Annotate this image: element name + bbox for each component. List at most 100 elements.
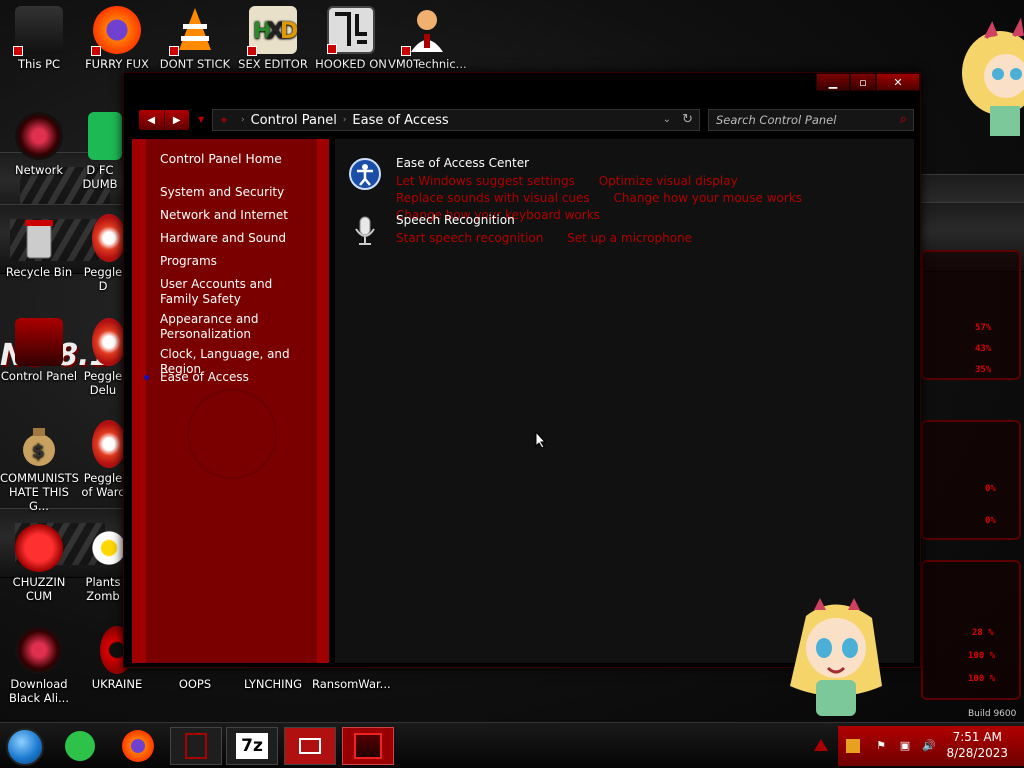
build-watermark: Build 9600 — [968, 709, 1017, 719]
desktop-icon-this-pc[interactable]: This PC — [0, 6, 78, 71]
desktop-icon-peggle-warcraft[interactable]: Peggle of Warc — [78, 420, 128, 499]
microphone-icon[interactable] — [349, 215, 381, 247]
money-bag-icon: $ — [15, 420, 63, 468]
start-button[interactable] — [6, 728, 44, 766]
hud-value: 28 % — [972, 628, 994, 638]
desktop-icon-label: FURRY FUX — [85, 57, 149, 71]
hud-value: 57% — [975, 323, 992, 333]
desktop-icon-plants-zombies[interactable]: Plants Zomb — [78, 524, 128, 603]
navigation-toolbar: ◀ ▶ ▼ ✦ › Control Panel › Ease of Access… — [136, 107, 914, 133]
hud-value: 0% — [985, 484, 996, 494]
taskbar-app-control-panel[interactable] — [170, 727, 222, 765]
minimize-button[interactable]: ▁ — [816, 73, 850, 91]
volume-icon[interactable]: 🔊 — [922, 739, 936, 753]
desktop-icon-label: Control Panel — [0, 369, 78, 383]
wallpaper-hud-panel — [921, 420, 1021, 540]
clock[interactable]: 7:51 AM 8/28/2023 — [946, 729, 1008, 761]
desktop-icon-label: Download Black Ali... — [9, 677, 69, 705]
task-title[interactable]: Speech Recognition — [396, 213, 515, 227]
current-page-bullet — [144, 375, 149, 380]
control-panel-icon — [185, 733, 207, 759]
task-links: Start speech recognition Set up a microp… — [396, 230, 916, 247]
desktop-icon-dont-stick[interactable]: DONT STICK — [156, 6, 234, 71]
desktop-icon-download-black[interactable]: Download Black Ali... — [0, 626, 78, 705]
control-panel-icon — [354, 733, 382, 759]
breadcrumb-control-panel[interactable]: Control Panel — [251, 113, 337, 128]
system-tray: ⚑ ▣ 🔊 7:51 AM 8/28/2023 — [838, 726, 1024, 766]
sidebar-item-control-panel-home[interactable]: Control Panel Home — [160, 152, 320, 167]
link-start-speech[interactable]: Start speech recognition — [396, 231, 543, 245]
desktop-icon-peggle-deluxe[interactable]: Peggle Delu — [78, 318, 128, 397]
desktop-icon-label: SEX EDITOR — [238, 57, 308, 71]
desktop-icon-hooked-on[interactable]: HOOKED ON — [312, 6, 390, 71]
action-center-flag-icon[interactable]: ⚑ — [874, 739, 888, 753]
sidebar-decor-strip — [132, 139, 146, 663]
taskbar-app-firefox[interactable] — [112, 727, 164, 765]
control-panel-icon — [15, 318, 63, 366]
refresh-icon[interactable]: ↻ — [682, 112, 693, 127]
task-title[interactable]: Ease of Access Center — [396, 156, 529, 170]
taskbar-app-7zip[interactable]: 7z — [226, 727, 278, 765]
desktop-icon-label: Peggle Delu — [83, 369, 123, 397]
chuzzle-icon — [15, 524, 63, 572]
link-let-windows-suggest[interactable]: Let Windows suggest settings — [396, 174, 575, 188]
sidebar-item-appearance[interactable]: Appearance and Personalization — [160, 312, 290, 342]
desktop-icon-chuzzin-cum[interactable]: CHUZZIN CUM — [0, 524, 78, 603]
maximize-button[interactable]: ▫ — [850, 73, 876, 91]
desktop-icon-label: OOPS — [178, 677, 212, 691]
taskbar-app-screen[interactable] — [284, 727, 336, 765]
feather-app-icon — [65, 731, 95, 761]
breadcrumb-ease-of-access[interactable]: Ease of Access — [352, 113, 448, 128]
address-bar[interactable]: ✦ › Control Panel › Ease of Access ⌄ ↻ — [212, 109, 700, 131]
flower-icon — [92, 524, 126, 572]
peggle-icon — [92, 420, 126, 468]
desktop-icon-label: D FC DUMB — [82, 163, 118, 191]
desktop-icon-communists[interactable]: $ COMMUNISTS HATE THIS G... — [0, 420, 79, 513]
desktop-icon-sex-editor[interactable]: HXD SEX EDITOR — [234, 6, 312, 71]
address-dropdown-icon[interactable]: ⌄ — [663, 114, 671, 125]
sidebar-item-system-security[interactable]: System and Security — [160, 185, 320, 200]
wallpaper-hud-panel — [921, 250, 1021, 380]
taskbar-app-control-panel-active[interactable] — [342, 727, 394, 765]
breadcrumb-separator: › — [241, 115, 245, 125]
clock-date: 8/28/2023 — [946, 746, 1008, 760]
sidebar-item-hardware-sound[interactable]: Hardware and Sound — [160, 231, 320, 246]
sidebar: Control Panel Home System and Security N… — [132, 139, 329, 663]
recent-locations-button[interactable]: ▼ — [198, 115, 204, 124]
desktop-icon-peggle-d[interactable]: Peggle D — [78, 214, 128, 293]
peggle-icon — [92, 318, 126, 366]
tray-app-icon[interactable] — [846, 739, 860, 753]
sidebar-item-network-internet[interactable]: Network and Internet — [160, 208, 320, 223]
desktop-icon-dfc-dumb[interactable]: D FC DUMB — [72, 112, 128, 191]
search-icon[interactable]: ⌕ — [900, 112, 907, 127]
network-icon[interactable]: ▣ — [898, 739, 912, 753]
ease-of-access-icon[interactable] — [349, 158, 381, 190]
search-box[interactable]: ⌕ — [708, 109, 914, 131]
back-button[interactable]: ◀ — [139, 110, 164, 130]
svg-text:$: $ — [32, 441, 45, 462]
sidebar-item-programs[interactable]: Programs — [160, 254, 320, 269]
cartoon-character-image — [960, 17, 1024, 138]
desktop-icon-vm0technic[interactable]: VM0Technic... — [388, 6, 467, 71]
sidebar-watermark — [187, 389, 277, 479]
close-button[interactable]: ✕ — [876, 73, 920, 91]
search-input[interactable] — [709, 110, 889, 130]
desktop-icon-label: RansomWar... — [312, 677, 391, 691]
desktop-icon-network[interactable]: Network — [0, 112, 78, 177]
desktop-icon-furry-fux[interactable]: FURRY FUX — [78, 6, 156, 71]
sidebar-item-user-accounts[interactable]: User Accounts and Family Safety — [160, 277, 310, 307]
link-setup-microphone[interactable]: Set up a microphone — [567, 231, 692, 245]
desktop-icon-label: LYNCHING — [243, 677, 303, 691]
desktop-icon-recycle-bin[interactable]: Recycle Bin — [0, 214, 78, 279]
desktop-icon-label: DONT STICK — [159, 57, 231, 71]
taskbar-app-feather[interactable] — [54, 727, 106, 765]
desktop-icon-control-panel[interactable]: Control Panel — [0, 318, 78, 383]
sidebar-item-ease-of-access[interactable]: Ease of Access — [144, 370, 320, 385]
show-hidden-icons-button[interactable] — [814, 739, 828, 751]
link-change-mouse[interactable]: Change how your mouse works — [614, 191, 803, 205]
link-replace-sounds[interactable]: Replace sounds with visual cues — [396, 191, 590, 205]
forward-button[interactable]: ▶ — [163, 110, 190, 130]
link-optimize-visual-display[interactable]: Optimize visual display — [599, 174, 738, 188]
hud-value: 43% — [975, 344, 992, 354]
mouse-cursor — [535, 430, 547, 453]
